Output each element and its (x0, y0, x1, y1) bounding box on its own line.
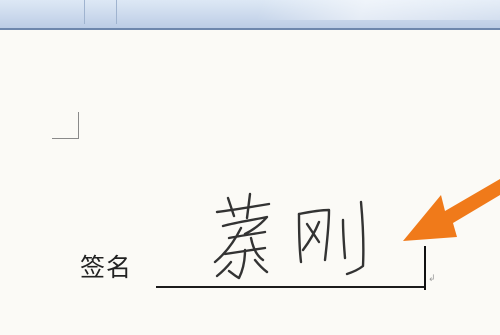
signature-stroke (221, 215, 269, 236)
signature-stroke (253, 258, 269, 274)
margin-corner-mark (52, 112, 79, 139)
signature-stroke (215, 202, 271, 214)
orange-arrow-icon (403, 179, 500, 241)
ribbon-separator (116, 0, 117, 24)
word-document-window: 签名 ↲ (0, 0, 500, 335)
ribbon-gloss (255, 0, 500, 20)
signature-label: 签名 (80, 253, 133, 282)
paragraph-mark: ↲ (428, 274, 436, 284)
signature-stroke (226, 196, 236, 218)
signature-stroke (245, 192, 252, 220)
signature-stroke (297, 212, 303, 264)
ribbon-toolbar (0, 0, 500, 30)
signature-underline (156, 286, 426, 288)
signature-stroke (341, 218, 347, 260)
signature-stroke (213, 226, 243, 264)
signature-stroke (345, 200, 365, 276)
handwritten-signature (213, 192, 365, 280)
ribbon-separator (84, 0, 85, 24)
signature-stroke (215, 260, 233, 278)
signature-stroke (301, 220, 321, 252)
